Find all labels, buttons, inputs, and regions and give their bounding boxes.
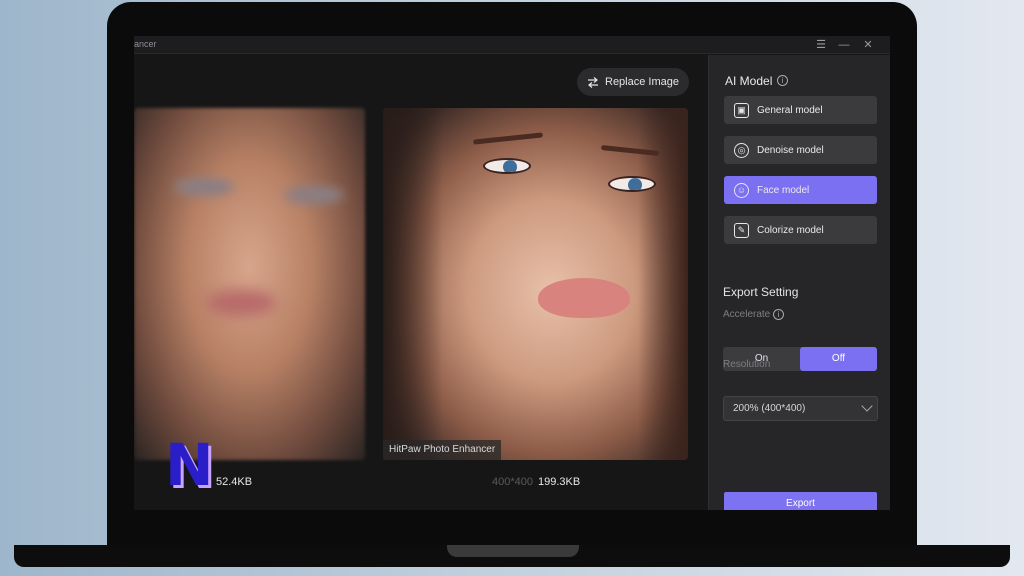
minimize-icon[interactable]: — bbox=[834, 37, 854, 53]
info-icon[interactable]: i bbox=[773, 309, 784, 320]
colorize-model-button[interactable]: ✎ Colorize model bbox=[724, 216, 877, 244]
hair-left bbox=[383, 108, 443, 460]
after-dimensions: 400*400 bbox=[492, 476, 533, 488]
blurred-lips bbox=[206, 290, 276, 316]
title-bar: ancer ☰ — ✕ bbox=[134, 36, 890, 54]
ai-model-title: AI Model bbox=[725, 74, 773, 88]
app-window: ancer ☰ — ✕ Replace Image HitPaw Photo E… bbox=[134, 36, 890, 510]
hair-right bbox=[638, 108, 688, 460]
before-image bbox=[134, 108, 365, 460]
swap-icon bbox=[588, 76, 598, 88]
face-icon: ☺ bbox=[734, 182, 749, 198]
laptop-notch bbox=[447, 545, 579, 557]
blurred-eye bbox=[174, 178, 234, 196]
resolution-label: Resolution bbox=[723, 359, 771, 370]
eyebrow bbox=[472, 132, 544, 145]
lips bbox=[538, 278, 630, 318]
chevron-down-icon bbox=[861, 400, 873, 412]
before-file-size: 52.4KB bbox=[216, 476, 253, 488]
close-icon[interactable]: ✕ bbox=[858, 37, 878, 53]
face-model-label: Face model bbox=[757, 184, 810, 196]
general-model-button[interactable]: ▣ General model bbox=[724, 96, 877, 124]
menu-icon[interactable]: ☰ bbox=[811, 37, 831, 53]
eye bbox=[608, 176, 656, 192]
replace-image-button[interactable]: Replace Image bbox=[577, 68, 689, 96]
channel-logo: N bbox=[165, 431, 214, 499]
denoise-icon: ◎ bbox=[734, 142, 749, 158]
replace-image-label: Replace Image bbox=[605, 76, 679, 88]
after-file-size: 199.3KB bbox=[538, 476, 581, 488]
colorize-icon: ✎ bbox=[734, 222, 749, 238]
export-setting-title: Export Setting bbox=[723, 285, 799, 299]
resolution-value: 200% (400*400) bbox=[733, 403, 806, 414]
denoise-model-button[interactable]: ◎ Denoise model bbox=[724, 136, 877, 164]
after-image bbox=[383, 108, 688, 460]
general-model-label: General model bbox=[757, 104, 823, 116]
accelerate-label: Accelerate bbox=[723, 309, 771, 320]
resolution-select[interactable]: 200% (400*400) bbox=[723, 396, 878, 421]
preview-canvas: Replace Image HitPaw Photo Enhancer 52.4… bbox=[134, 55, 708, 510]
accelerate-off-option[interactable]: Off bbox=[800, 347, 877, 371]
watermark-label: HitPaw Photo Enhancer bbox=[383, 440, 502, 460]
denoise-model-label: Denoise model bbox=[757, 144, 824, 156]
info-icon[interactable]: i bbox=[777, 75, 788, 86]
blurred-eye bbox=[284, 186, 344, 204]
face-model-button[interactable]: ☺ Face model bbox=[724, 176, 877, 204]
eye bbox=[483, 158, 531, 174]
app-title: ancer bbox=[134, 39, 157, 49]
export-button[interactable]: Export bbox=[724, 492, 877, 510]
image-icon: ▣ bbox=[734, 102, 749, 118]
colorize-model-label: Colorize model bbox=[757, 224, 824, 236]
settings-panel: AI Model i ▣ General model ◎ Denoise mod… bbox=[708, 55, 890, 510]
